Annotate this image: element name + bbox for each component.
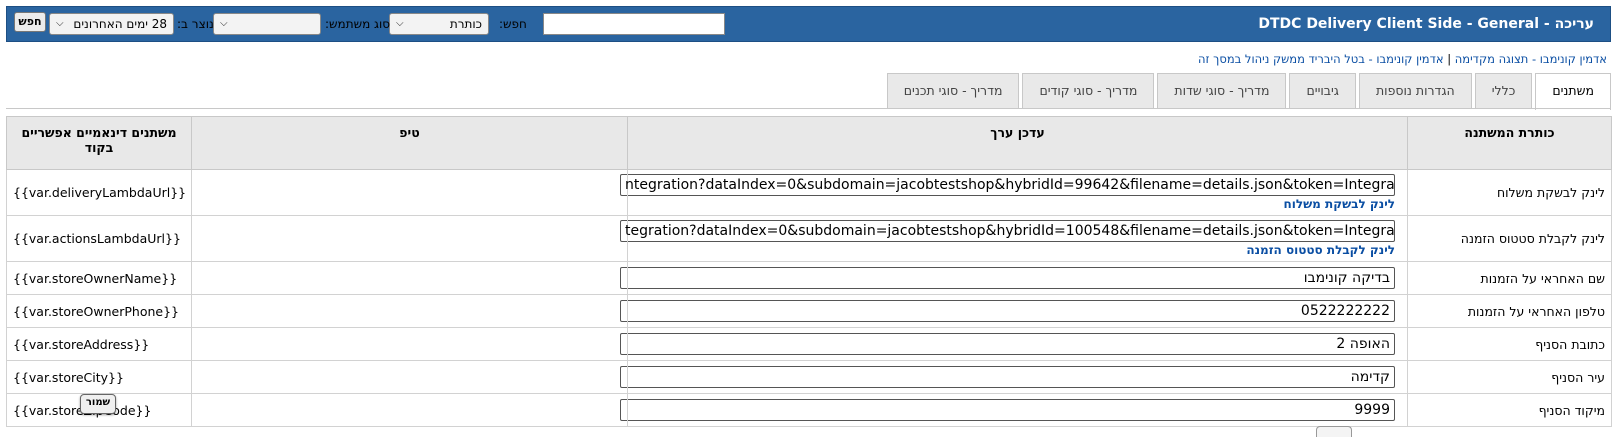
variable-value-input[interactable]: בדיקה קונימבו: [620, 267, 1395, 289]
table-row: כתובת הסניף האופה 2 {{var.storeAddress}}: [6, 327, 1612, 361]
variable-tip: [191, 215, 628, 262]
variable-edit-cell: tegration?dataIndex=0&subdomain=jacobtes…: [620, 215, 1408, 262]
variable-label: לינק לקבלת סטטוס הזמנה: [1407, 215, 1612, 262]
tab-bar: משתנים כללי הגדרות נוספות גיבויים מדריך …: [886, 73, 1611, 110]
search-label: חפש:: [499, 17, 527, 31]
chevron-down-icon: ⌵: [56, 18, 64, 29]
breadcrumb-separator: |: [1447, 52, 1452, 66]
variable-code: {{var.deliveryLambdaUrl}}: [6, 169, 192, 216]
variable-value-input[interactable]: tegration?dataIndex=0&subdomain=jacobtes…: [620, 220, 1395, 242]
table-header-row: כותרת המשתנה עדכן ערך טיפ משתנים דינאמיי…: [6, 116, 1612, 170]
user-type-select[interactable]: ⌵: [213, 13, 321, 35]
chevron-down-icon: ⌵: [396, 18, 404, 29]
page-title: עריכה - DTDC Delivery Client Side - Gene…: [1258, 16, 1594, 32]
chevron-down-icon: ⌵: [220, 18, 228, 29]
tab-backups[interactable]: גיבויים: [1289, 73, 1356, 108]
variable-value-input[interactable]: 9999: [620, 399, 1395, 421]
variable-label: מיקוד הסניף: [1407, 393, 1612, 427]
tab-guide-content-types[interactable]: מדריך - סוגי תכנים: [886, 73, 1020, 108]
search-field-select-value: כותרת: [449, 17, 482, 31]
tab-general[interactable]: כללי: [1474, 73, 1533, 108]
search-field-select[interactable]: כותרת ⌵: [389, 13, 489, 35]
variable-label: עיר הסניף: [1407, 360, 1612, 394]
variable-edit-cell: 0522222222: [620, 294, 1408, 328]
variable-code: {{var.storeOwnerName}}: [6, 261, 192, 295]
variable-code: {{var.storeCity}}: [6, 360, 192, 394]
table-row: לינק לבשקת משלוח ntegration?dataIndex=0&…: [6, 169, 1612, 216]
tab-variables[interactable]: משתנים: [1535, 73, 1611, 110]
variables-table: כותרת המשתנה עדכן ערך טיפ משתנים דינאמיי…: [6, 116, 1612, 427]
created-range-select-value: 28 ימים האחרונים: [73, 17, 167, 31]
variable-tip: [191, 360, 628, 394]
tab-additional-settings[interactable]: הגדרות נוספות: [1358, 73, 1472, 108]
variable-code: {{var.storeAddress}}: [6, 327, 192, 361]
tab-divider: [6, 108, 1611, 109]
variable-edit-cell: 9999: [620, 393, 1408, 427]
variable-edit-cell: בדיקה קונימבו: [620, 261, 1408, 295]
variable-value-input[interactable]: ntegration?dataIndex=0&subdomain=jacobte…: [620, 174, 1395, 196]
search-button[interactable]: חפש: [14, 12, 46, 32]
variable-value-input[interactable]: 0522222222: [620, 300, 1395, 322]
variable-tip: [191, 169, 628, 216]
tab-guide-field-types[interactable]: מדריך - סוגי שדות: [1157, 73, 1287, 108]
variable-tip: [191, 393, 628, 427]
save-button[interactable]: שמור: [80, 394, 116, 414]
table-row: טלפון האחראי על הזמנות 0522222222 {{var.…: [6, 294, 1612, 328]
table-row: שם האחראי על הזמנות בדיקה קונימבו {{var.…: [6, 261, 1612, 295]
created-range-select[interactable]: 28 ימים האחרונים ⌵: [49, 13, 174, 35]
table-row: עיר הסניף קדימה {{var.storeCity}}: [6, 360, 1612, 394]
breadcrumb-admin-preview-link[interactable]: אדמין קונימבו - תצוגה מקדימה: [1455, 52, 1607, 66]
user-type-label: סוג משתמש:: [325, 17, 391, 31]
variable-label: שם האחראי על הזמנות: [1407, 261, 1612, 295]
variable-edit-cell: ntegration?dataIndex=0&subdomain=jacobte…: [620, 169, 1408, 216]
variable-code: {{var.storeOwnerPhone}}: [6, 294, 192, 328]
variable-value-input[interactable]: האופה 2: [620, 333, 1395, 355]
variable-value-input[interactable]: קדימה: [620, 366, 1395, 388]
breadcrumb: אדמין קונימבו - תצוגה מקדימה | אדמין קונ…: [1198, 52, 1607, 66]
variable-value-link[interactable]: לינק לבשקת משלוח: [634, 197, 1395, 211]
search-input[interactable]: [543, 13, 725, 35]
variable-code: {{var.actionsLambdaUrl}}: [6, 215, 192, 262]
variable-label: לינק לבשקת משלוח: [1407, 169, 1612, 216]
top-header-bar: עריכה - DTDC Delivery Client Side - Gene…: [6, 6, 1611, 42]
variable-tip: [191, 261, 628, 295]
variable-value-link[interactable]: לינק לקבלת סטטוס הזמנה: [634, 243, 1395, 257]
column-header-title: כותרת המשתנה: [1407, 116, 1612, 170]
created-label: נוצר ב:: [177, 17, 214, 31]
variable-label: טלפון האחראי על הזמנות: [1407, 294, 1612, 328]
column-header-tip: טיפ: [191, 116, 628, 170]
table-row: לינק לקבלת סטטוס הזמנה tegration?dataInd…: [6, 215, 1612, 262]
column-header-edit-value: עדכן ערך: [627, 116, 1408, 170]
table-row: מיקוד הסניף 9999 {{var.storeZipCode}}: [6, 393, 1612, 427]
tab-guide-code-types[interactable]: מדריך - סוגי קודים: [1022, 73, 1155, 108]
variable-tip: [191, 327, 628, 361]
breadcrumb-cancel-hybrid-link[interactable]: אדמין קונימבו - בטל היבריד ממשק ניהול במ…: [1198, 52, 1444, 66]
variable-label: כתובת הסניף: [1407, 327, 1612, 361]
variable-edit-cell: האופה 2: [620, 327, 1408, 361]
partial-button[interactable]: [1316, 426, 1352, 437]
variable-edit-cell: קדימה: [620, 360, 1408, 394]
variable-tip: [191, 294, 628, 328]
column-header-dynamic-vars: משתנים דינאמיים אפשריים בקוד: [6, 116, 192, 170]
